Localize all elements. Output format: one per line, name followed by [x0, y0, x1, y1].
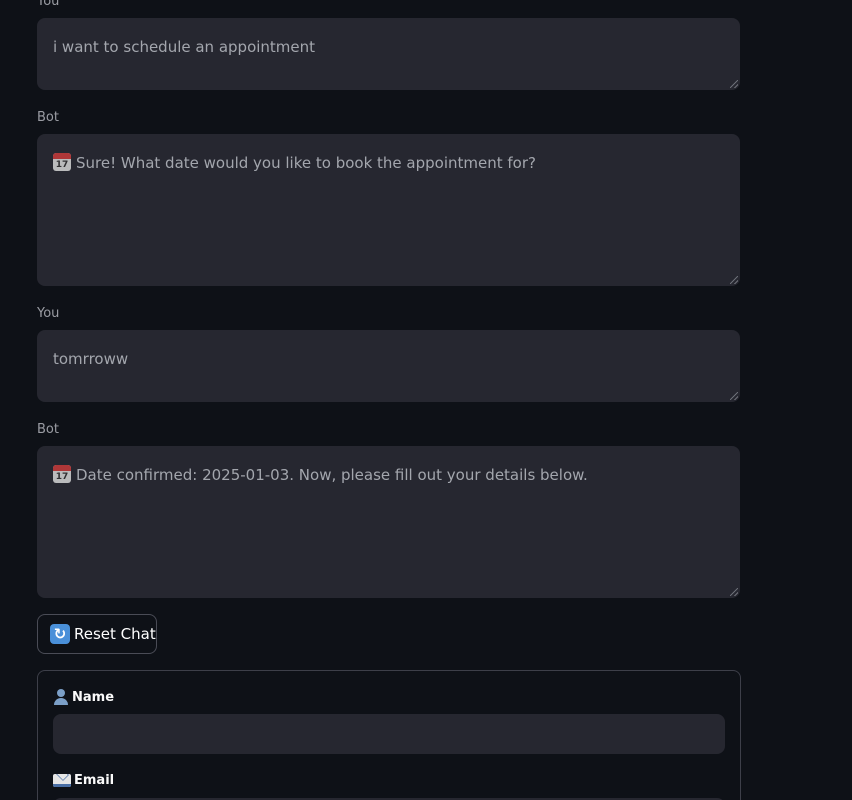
user-message-box[interactable]: tomrroww [37, 330, 740, 402]
message-text: Date confirmed: 2025-01-03. Now, please … [76, 466, 588, 484]
message-speaker-label: Bot [37, 422, 59, 437]
bot-message-box[interactable]: 17 Date confirmed: 2025-01-03. Now, pleas… [37, 446, 740, 598]
message-speaker-label: Bot [37, 110, 59, 125]
message-text: tomrroww [53, 350, 129, 368]
name-input[interactable] [53, 714, 725, 754]
email-icon [53, 774, 71, 787]
name-label-text: Name [72, 689, 115, 705]
calendar-icon: 17 [53, 465, 71, 483]
message-text: i want to schedule an appointment [53, 38, 316, 56]
email-field-label: Email [53, 773, 114, 788]
name-field-label: Name [53, 689, 114, 705]
message-speaker-label: You [37, 306, 60, 321]
details-form: Name Email [37, 670, 741, 800]
calendar-icon: 17 [53, 153, 71, 171]
resize-handle[interactable] [730, 276, 738, 284]
chat-page: You i want to schedule an appointment Bo… [0, 0, 852, 800]
email-label-text: Email [74, 773, 115, 788]
resize-handle[interactable] [730, 392, 738, 400]
person-icon [53, 689, 69, 705]
reset-chat-button[interactable]: ↻ Reset Chat [37, 614, 157, 654]
user-message-box[interactable]: i want to schedule an appointment [37, 18, 740, 90]
message-speaker-label: You [37, 0, 60, 9]
refresh-icon: ↻ [50, 624, 70, 644]
reset-chat-label: Reset Chat [74, 625, 156, 643]
resize-handle[interactable] [730, 80, 738, 88]
resize-handle[interactable] [730, 588, 738, 596]
bot-message-box[interactable]: 17 Sure! What date would you like to book… [37, 134, 740, 286]
message-text: Sure! What date would you like to book t… [76, 154, 536, 172]
